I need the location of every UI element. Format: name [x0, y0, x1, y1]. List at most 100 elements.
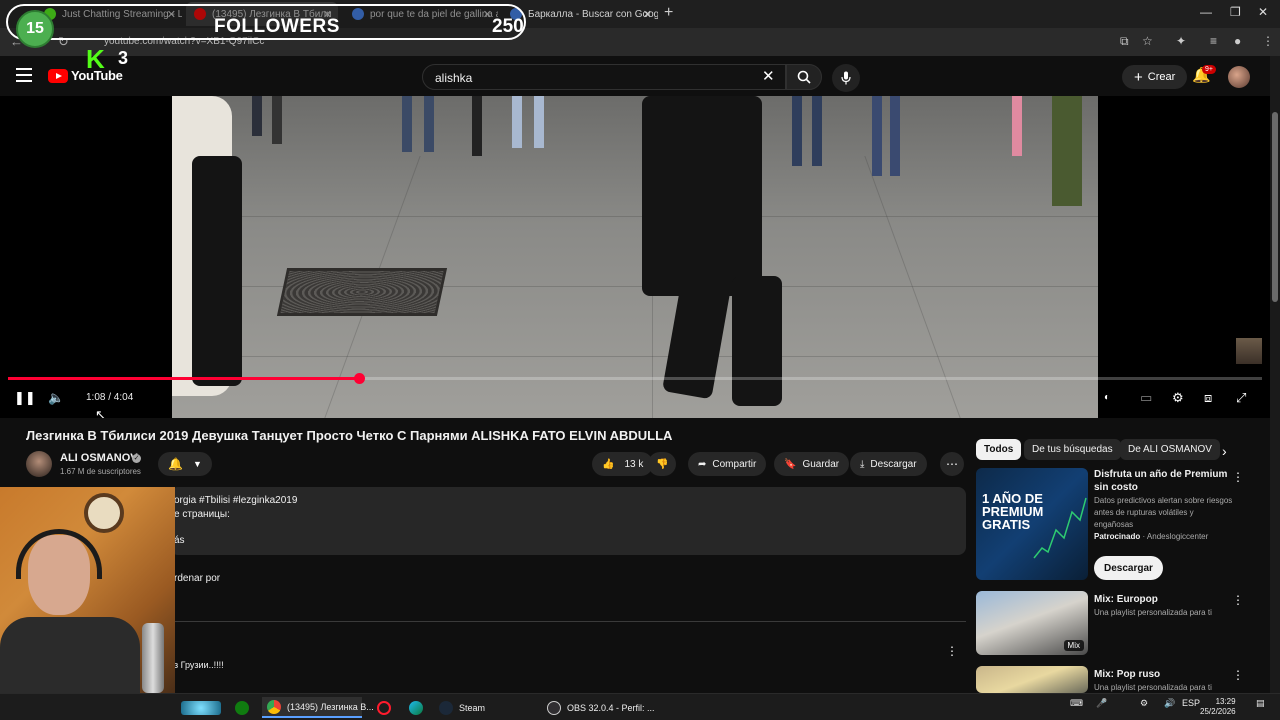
description-hashtags[interactable]: orgia #Tbilisi #lezginka2019	[174, 495, 297, 506]
account-avatar[interactable]	[1228, 66, 1250, 88]
xbox-icon	[235, 700, 249, 715]
browser-menu-icon[interactable]: ⋮	[1262, 34, 1274, 48]
download-button[interactable]: ⤓ Descargar	[850, 452, 927, 476]
followers-goal-overlay: 15 FOLLOWERS 250	[6, 4, 526, 48]
notifications-badge: 9+	[1202, 65, 1216, 74]
followers-count: 15	[16, 10, 54, 48]
youtube-play-icon	[48, 68, 68, 83]
search-button[interactable]	[786, 64, 822, 90]
mix-title[interactable]: Mix: Pop ruso	[1094, 668, 1234, 681]
next-video-thumbnail[interactable]	[1236, 338, 1262, 364]
notification-center-icon[interactable]: ▤	[1256, 698, 1265, 709]
ad-title[interactable]: Disfruta un año de Premium sin costo	[1094, 468, 1234, 494]
channel-name[interactable]: ALI OSMANOV	[60, 452, 138, 464]
sort-comments-button[interactable]: rdenar por	[174, 573, 220, 584]
streamer-shirt	[0, 617, 140, 693]
more-actions-button[interactable]: ⋯	[940, 452, 964, 476]
ad-thumbnail[interactable]: 1 AÑO DE PREMIUM GRATIS	[976, 468, 1088, 580]
search-input[interactable]	[435, 71, 755, 85]
language-indicator[interactable]: ESP	[1182, 698, 1200, 708]
create-button[interactable]: + Crear	[1122, 65, 1188, 89]
taskbar-app-1[interactable]	[176, 697, 226, 718]
minimize-icon[interactable]: —	[1200, 5, 1212, 19]
save-button[interactable]: 🔖 Guardar	[774, 452, 850, 476]
mix-title[interactable]: Mix: Europop	[1094, 593, 1234, 606]
kick-counter: 3	[118, 48, 129, 68]
clock-time: 13:29	[1215, 697, 1236, 706]
thumbs-up-icon: 👍	[602, 458, 615, 470]
extensions-icon[interactable]: ✦	[1176, 34, 1186, 48]
chip-from-searches[interactable]: De tus búsquedas	[1024, 439, 1121, 460]
mix-subtitle: Una playlist personalizada para ti	[1094, 608, 1212, 617]
install-app-icon[interactable]: ⧉	[1120, 34, 1129, 49]
share-button[interactable]: ➦ Compartir	[688, 452, 767, 476]
profile-icon[interactable]: ●	[1234, 34, 1241, 48]
wall-clock	[84, 493, 124, 533]
search-icon	[797, 70, 811, 84]
tray-keyboard-icon[interactable]: ⌨	[1070, 698, 1083, 709]
divider	[174, 621, 966, 622]
reading-list-icon[interactable]: ≡	[1210, 34, 1217, 48]
tray-volume-icon[interactable]: 🔊	[1164, 698, 1175, 709]
volume-icon[interactable]: 🔈	[48, 390, 64, 406]
ad-download-button[interactable]: Descargar	[1094, 556, 1163, 580]
ad-menu-icon[interactable]: ⋮	[1232, 470, 1244, 484]
tab-label: Баркалла - Buscar con Google	[528, 8, 658, 20]
new-tab-button[interactable]: +	[664, 4, 673, 22]
tray-network-icon[interactable]: ⚙	[1140, 698, 1148, 709]
comment-menu-icon[interactable]: ⋮	[946, 644, 958, 658]
chevron-right-icon[interactable]: ›	[1222, 443, 1227, 459]
tray-mic-icon[interactable]: 🎤	[1096, 698, 1107, 709]
description-more[interactable]: ás	[174, 535, 185, 546]
miniplayer-icon[interactable]: ⧈	[1204, 390, 1212, 406]
sponsor-name: Andeslogiccenter	[1146, 532, 1209, 541]
voice-search-button[interactable]	[832, 64, 860, 92]
page-scrollbar[interactable]	[1270, 56, 1280, 693]
fullscreen-icon[interactable]: ⤢	[1236, 390, 1246, 406]
taskbar-edge[interactable]	[404, 697, 428, 718]
restore-icon[interactable]: ❐	[1230, 5, 1241, 19]
clear-search-icon[interactable]: ✕	[762, 67, 775, 85]
subscription-notifications-button[interactable]: 🔔 ▼	[158, 452, 212, 476]
chip-all[interactable]: Todos	[976, 439, 1022, 460]
mix-menu-icon[interactable]: ⋮	[1232, 593, 1244, 607]
bookmark-star-icon[interactable]: ☆	[1142, 34, 1153, 48]
drain-grate	[276, 268, 448, 316]
window-close-icon[interactable]: ✕	[1258, 5, 1268, 19]
close-icon[interactable]: ✕	[643, 8, 652, 21]
like-button[interactable]: 👍 13 k	[592, 452, 654, 476]
chip-from-channel[interactable]: De ALI OSMANOV	[1120, 439, 1220, 460]
obs-icon	[547, 700, 561, 715]
webcam-overlay	[0, 487, 175, 693]
headset	[16, 529, 102, 579]
progress-bar[interactable]	[8, 373, 1262, 384]
mix-thumbnail[interactable]: Mix	[976, 591, 1088, 655]
taskbar-obs[interactable]: OBS 32.0.4 - Perfil: ...	[542, 697, 655, 718]
thermos-bottle	[142, 623, 164, 693]
settings-gear-icon[interactable]: ⚙	[1172, 390, 1184, 406]
video-title: Лезгинка В Тбилиси 2019 Девушка Танцует …	[26, 428, 673, 443]
dislike-button[interactable]: 👎	[648, 452, 677, 476]
search-box	[422, 64, 786, 90]
subtitles-icon[interactable]: ▭	[1140, 390, 1152, 406]
mix-thumbnail[interactable]	[976, 666, 1088, 693]
youtube-header: YouTube ✕ + Crear 🔔 9+	[0, 56, 1270, 96]
mix-menu-icon[interactable]: ⋮	[1232, 668, 1244, 682]
autoplay-toggle-icon[interactable]: ◐	[1104, 392, 1110, 403]
taskbar-opera[interactable]	[372, 697, 396, 718]
pause-icon[interactable]: ❚❚	[14, 390, 36, 406]
sponsored-label: Patrocinado	[1094, 532, 1141, 541]
taskbar-xbox[interactable]	[230, 697, 254, 718]
ad-sponsor: Patrocinado · Andeslogiccenter	[1094, 531, 1234, 543]
taskbar-chrome[interactable]: (13495) Лезгинка В...	[262, 697, 374, 718]
chevron-down-icon: ▼	[193, 459, 202, 469]
menu-icon[interactable]	[16, 68, 32, 82]
taskbar-steam[interactable]: Steam	[434, 697, 534, 718]
system-clock[interactable]: 13:29 25/2/2026	[1200, 697, 1236, 717]
scrollbar-thumb[interactable]	[1272, 112, 1278, 302]
opera-icon	[377, 700, 391, 715]
channel-avatar[interactable]	[26, 451, 52, 477]
video-player[interactable]: ❚❚ 🔈 1:08 / 4:04 ↖ ◐ ▭ ⚙ ⧈ ⤢	[0, 96, 1270, 418]
followers-goal: 250	[492, 16, 524, 37]
taskbar-label: (13495) Лезгинка В...	[287, 701, 374, 712]
